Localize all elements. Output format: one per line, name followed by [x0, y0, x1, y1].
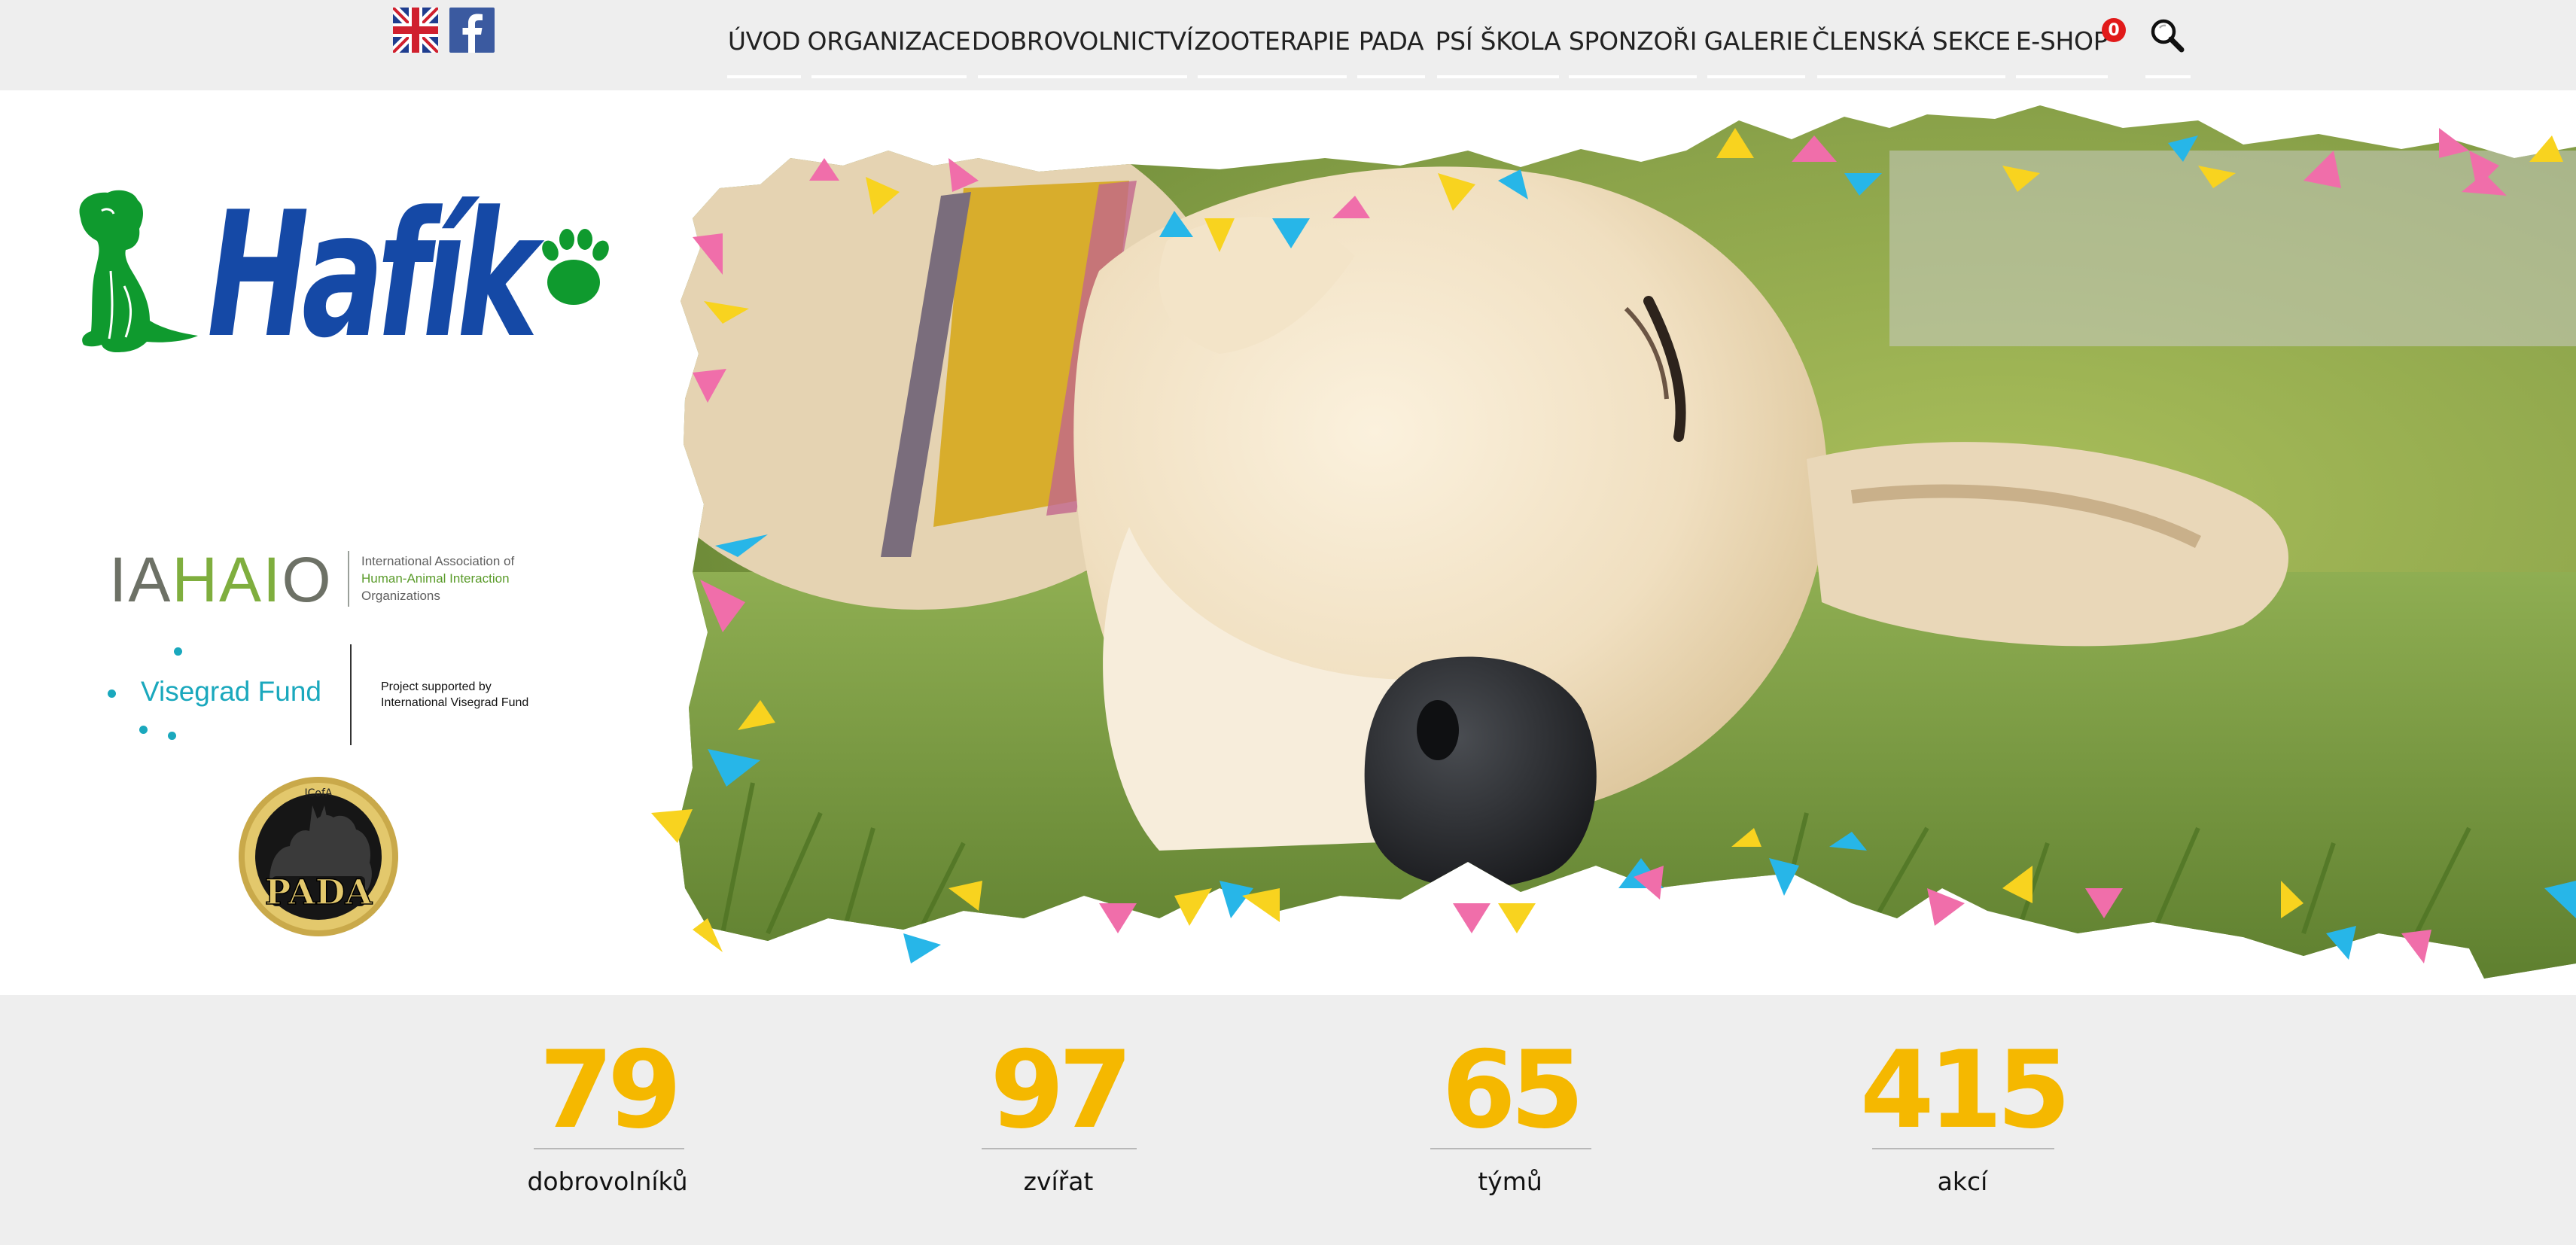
visegrad-description: Project supported by International Viseg… — [381, 679, 528, 711]
stat-label: zvířat — [1023, 1167, 1094, 1196]
stat-events: 415 akcí — [1812, 995, 2113, 1245]
visegrad-fund-logo[interactable]: Visegrad Fund Project supported by Inter… — [102, 640, 553, 753]
visegrad-dot — [108, 689, 116, 698]
stat-divider — [1872, 1148, 2054, 1149]
hafik-logo[interactable]: Hafík — [72, 188, 614, 369]
nav-label: ZOOTERAPIE — [1194, 26, 1350, 56]
nav-label: SPONZOŘI — [1568, 26, 1698, 56]
nav-e-shop[interactable]: E-SHOP — [2015, 0, 2109, 78]
nav-underline — [1569, 75, 1697, 78]
nav-label: PADA — [1358, 26, 1424, 56]
search-icon — [2151, 19, 2185, 53]
nav-label: ORGANIZACE — [807, 26, 971, 56]
stat-divider — [1430, 1148, 1591, 1149]
nav-label: GALERIE — [1704, 26, 1809, 56]
iahaio-description: International Association of Human-Anima… — [361, 552, 514, 604]
visegrad-name: Visegrad Fund — [141, 676, 321, 707]
nav-organizace[interactable]: ORGANIZACE — [808, 0, 971, 78]
stat-label: dobrovolníků — [527, 1167, 688, 1196]
nav-underline — [1437, 75, 1559, 78]
stat-label: týmů — [1478, 1167, 1542, 1196]
nav-label: ÚVOD — [727, 26, 801, 56]
nav-dobrovolnictvi[interactable]: DOBROVOLNICTVÍ — [972, 0, 1194, 78]
hero-dog-photo — [651, 105, 2576, 979]
nav-label: DOBROVOLNICTVÍ — [971, 26, 1194, 56]
divider — [350, 644, 352, 745]
nav-underline — [2145, 75, 2191, 78]
logo-wordmark: Hafík — [207, 188, 544, 369]
stat-number: 79 — [539, 1028, 682, 1152]
nav-uvod[interactable]: ÚVOD — [727, 0, 801, 78]
divider — [348, 551, 349, 607]
pada-top-text: ICofA — [305, 787, 333, 799]
stats-section: 79 dobrovolníků 97 zvířat 65 týmů 415 ak… — [0, 995, 2576, 1245]
iahaio-partner-logo[interactable]: IAHAIO International Association of Huma… — [109, 540, 546, 616]
stat-number: 415 — [1859, 1028, 2071, 1152]
nav-label: PSÍ ŠKOLA — [1435, 26, 1561, 56]
nav-underline — [811, 75, 967, 78]
nav-pada[interactable]: PADA — [1357, 0, 1425, 78]
nav-sponzori[interactable]: SPONZOŘI — [1569, 0, 1697, 78]
nav-clenska-sekce[interactable]: ČLENSKÁ SEKCE — [1812, 0, 2011, 78]
stat-number: 97 — [990, 1028, 1133, 1152]
nav-psi-skola[interactable]: PSÍ ŠKOLA — [1435, 0, 1561, 78]
visegrad-line: International Visegrad Fund — [381, 696, 529, 709]
iahaio-wordmark: IAHAIO — [109, 548, 333, 611]
visegrad-dot — [174, 647, 182, 656]
nav-underline — [1817, 75, 2005, 78]
nav-underline — [978, 75, 1187, 78]
pada-badge-logo[interactable]: PADA ICofA — [237, 775, 400, 938]
dog-silhouette-icon — [79, 190, 198, 352]
nav-underline — [1198, 75, 1347, 78]
iahaio-part-a: IA — [109, 544, 172, 615]
iahaio-line: International Association of — [361, 554, 515, 568]
visegrad-dot — [168, 732, 176, 740]
stat-animals: 97 zvířat — [908, 995, 1209, 1245]
iahaio-line: Human-Animal Interaction — [361, 571, 510, 586]
nav-label: ČLENSKÁ SEKCE — [1812, 26, 2011, 56]
iahaio-line: Organizations — [361, 589, 440, 603]
stat-label: akcí — [1937, 1167, 1988, 1196]
facebook-icon[interactable] — [449, 8, 495, 53]
stat-number: 65 — [1442, 1028, 1585, 1152]
nav-underline — [1707, 75, 1805, 78]
stat-volunteers: 79 dobrovolníků — [457, 995, 758, 1245]
nav-underline — [727, 75, 801, 78]
iahaio-part-b: HAI — [172, 544, 282, 615]
nav-label: E-SHOP — [2015, 26, 2109, 56]
uk-flag-icon[interactable] — [393, 8, 438, 53]
stat-divider — [534, 1148, 684, 1149]
hero-photo-content — [677, 105, 2576, 979]
nav-galerie[interactable]: GALERIE — [1704, 0, 1809, 78]
visegrad-line: Project supported by — [381, 680, 492, 693]
iahaio-part-c: O — [282, 544, 333, 615]
pada-main-text: PADA — [265, 872, 373, 912]
nav-underline — [2016, 75, 2108, 78]
paw-icon — [542, 229, 609, 305]
cart-count-badge: 0 — [2102, 18, 2126, 42]
stat-teams: 65 týmů — [1360, 995, 1661, 1245]
nav-zooterapie[interactable]: ZOOTERAPIE — [1194, 0, 1350, 78]
visegrad-dot — [139, 726, 148, 734]
stat-divider — [982, 1148, 1137, 1149]
nav-underline — [1357, 75, 1425, 78]
search-button[interactable] — [2145, 14, 2191, 78]
top-navigation-bar: ÚVOD ORGANIZACE DOBROVOLNICTVÍ ZOOTERAPI… — [0, 0, 2576, 90]
